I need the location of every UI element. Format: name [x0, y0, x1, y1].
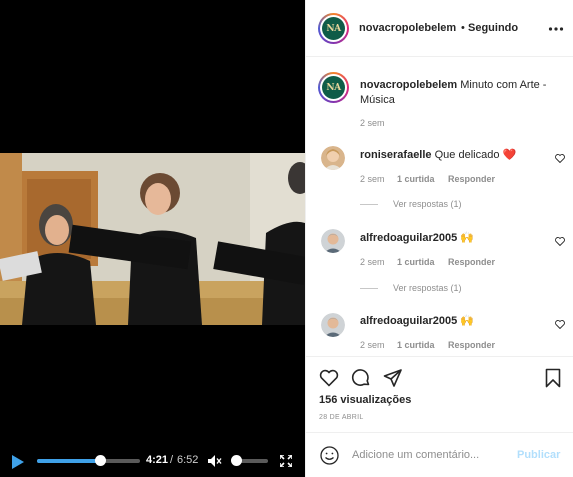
comment-text: 🙌 — [460, 315, 474, 327]
heart-icon[interactable] — [319, 368, 339, 388]
comment: roniserafaelle Que delicado ❤️ — [360, 148, 516, 161]
commenter-avatar[interactable] — [321, 146, 345, 170]
following-button[interactable]: Seguindo — [468, 22, 518, 34]
video-frame-image — [0, 153, 305, 325]
comment-input[interactable] — [352, 445, 512, 465]
post-date[interactable]: 28 DE ABRIL — [319, 414, 364, 421]
author-logo: NA — [322, 17, 345, 40]
replies-divider — [360, 203, 378, 205]
video-player[interactable]: 4:21 / 6:52 — [0, 0, 305, 477]
caption-time[interactable]: 2 sem — [360, 118, 385, 128]
volume-muted-icon[interactable] — [208, 455, 222, 467]
comment-text: 🙌 — [460, 232, 474, 244]
video-progress-fill — [37, 459, 100, 463]
reply-button[interactable]: Responder — [448, 174, 495, 184]
comment-username[interactable]: alfredoaguilar2005 — [360, 315, 457, 327]
comment-like-heart-icon[interactable] — [555, 320, 565, 330]
comment-like-heart-icon[interactable] — [555, 154, 565, 164]
view-count[interactable]: 156 visualizações — [319, 394, 411, 406]
emoji-icon[interactable] — [320, 446, 339, 465]
comment-username[interactable]: alfredoaguilar2005 — [360, 232, 457, 244]
reply-button[interactable]: Responder — [448, 340, 495, 350]
play-icon[interactable] — [11, 455, 24, 469]
caption-author-avatar[interactable]: NA — [318, 72, 349, 103]
replies-divider — [360, 287, 378, 289]
comment-text: Que delicado ❤️ — [434, 149, 517, 161]
bookmark-icon[interactable] — [543, 368, 563, 388]
publish-button[interactable]: Publicar — [517, 449, 560, 461]
caption-author-logo: NA — [322, 76, 345, 99]
comment-likes[interactable]: 1 curtida — [397, 340, 435, 350]
comment-like-heart-icon[interactable] — [555, 237, 565, 247]
view-replies-button[interactable]: Ver respostas (1) — [360, 283, 462, 293]
view-replies-button[interactable]: Ver respostas (1) — [360, 199, 462, 209]
reply-button[interactable]: Responder — [448, 257, 495, 267]
more-options-icon[interactable] — [548, 21, 564, 37]
comment: alfredoaguilar2005 🙌 — [360, 231, 474, 244]
post-actions: 156 visualizações 28 DE ABRIL — [306, 356, 573, 432]
view-replies-label: Ver respostas (1) — [393, 199, 462, 209]
comment-time[interactable]: 2 sem — [360, 257, 385, 267]
author-username[interactable]: novacropolebelem — [359, 22, 456, 34]
comment-likes[interactable]: 1 curtida — [397, 257, 435, 267]
caption-username[interactable]: novacropolebelem — [360, 79, 457, 91]
share-icon[interactable] — [383, 368, 403, 388]
video-progress-bar[interactable] — [37, 455, 140, 466]
comment-time[interactable]: 2 sem — [360, 174, 385, 184]
view-replies-label: Ver respostas (1) — [393, 283, 462, 293]
volume-knob[interactable] — [231, 455, 242, 466]
time-separator: / — [170, 454, 174, 466]
commenter-avatar[interactable] — [321, 313, 345, 337]
fullscreen-icon[interactable] — [279, 454, 293, 468]
post-details-panel: NA novacropolebelem • Seguindo NA novacr… — [305, 0, 573, 477]
caption: novacropolebelem Minuto com Arte - Músic… — [360, 78, 560, 108]
comment-icon[interactable] — [351, 368, 371, 388]
current-time: 4:21 — [146, 454, 169, 466]
commenter-avatar[interactable] — [321, 229, 345, 253]
comment-time[interactable]: 2 sem — [360, 340, 385, 350]
header-dot: • — [461, 22, 465, 34]
comment-likes[interactable]: 1 curtida — [397, 174, 435, 184]
author-avatar[interactable]: NA — [318, 13, 349, 44]
total-time: 6:52 — [177, 454, 199, 466]
comment: alfredoaguilar2005 🙌 — [360, 314, 474, 327]
video-progress-knob[interactable] — [94, 455, 106, 466]
volume-slider[interactable] — [231, 455, 268, 466]
comment-username[interactable]: roniserafaelle — [360, 149, 432, 161]
comment-composer: Publicar — [306, 432, 573, 477]
video-frame[interactable] — [0, 153, 305, 325]
post-header: NA novacropolebelem • Seguindo — [306, 0, 573, 57]
